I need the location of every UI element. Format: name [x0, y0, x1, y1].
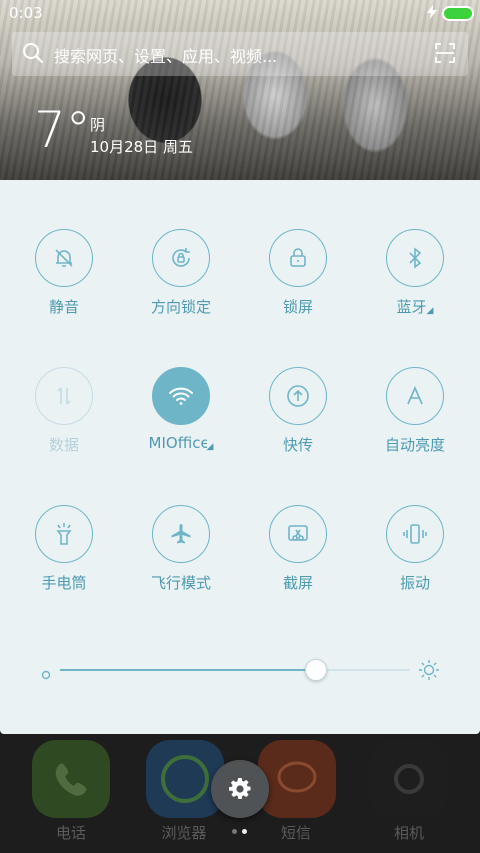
weather-temperature: 7°: [34, 101, 91, 159]
bluetooth-icon: [409, 247, 422, 269]
flashlight-icon: [56, 523, 72, 545]
quick-settings-panel: 静音 方向锁定 锁屏 蓝牙◢ 数据 MIOffice◢ 快传 自动亮度 手电筒 …: [0, 180, 480, 734]
tile-mobile-data-button[interactable]: [35, 367, 93, 425]
wifi-icon: [169, 387, 193, 405]
dock-camera-app[interactable]: [370, 740, 448, 818]
tile-bluetooth-label: 蓝牙◢: [355, 296, 475, 317]
tile-screenshot[interactable]: 截屏: [238, 505, 358, 615]
tile-airplane-mode-button[interactable]: [152, 505, 210, 563]
rotation-lock-icon: [172, 248, 190, 267]
tile-flashlight-label: 手电筒: [41, 574, 87, 592]
brightness-control: [0, 650, 480, 690]
tile-auto-brightness[interactable]: 自动亮度: [355, 367, 475, 477]
search-placeholder: 搜索网页、设置、应用、视频...: [54, 47, 278, 66]
tile-lock-screen-button[interactable]: [269, 229, 327, 287]
settings-button[interactable]: [211, 760, 269, 818]
dock-message-app[interactable]: [258, 740, 336, 818]
charging-icon: [427, 5, 437, 23]
tile-wifi-button[interactable]: [152, 367, 210, 425]
page-indicator-dot: [232, 829, 237, 834]
tile-mute-label: 静音: [48, 298, 79, 316]
auto-brightness-icon: [407, 386, 423, 405]
tile-screenshot-button[interactable]: [269, 505, 327, 563]
tile-screenshot-label: 截屏: [282, 574, 313, 592]
tile-rotation-lock[interactable]: 方向锁定: [121, 229, 241, 339]
quick-share-icon: [287, 385, 309, 407]
scan-icon[interactable]: [435, 43, 455, 67]
dock-label-phone: 电话: [55, 824, 86, 842]
brightness-high-icon: [418, 659, 440, 685]
tile-lock-screen[interactable]: 锁屏: [238, 229, 358, 339]
tile-airplane-mode[interactable]: 飞行模式: [121, 505, 241, 615]
status-time: 0:03: [9, 4, 43, 22]
tile-flashlight[interactable]: 手电筒: [4, 505, 124, 615]
tile-mute-button[interactable]: [35, 229, 93, 287]
lock-icon: [290, 248, 306, 267]
weather-condition: 阴: [90, 116, 106, 134]
status-bar: 0:03: [0, 0, 480, 26]
tile-rotation-lock-button[interactable]: [152, 229, 210, 287]
tile-vibrate-label: 振动: [399, 574, 430, 592]
tile-bluetooth-button[interactable]: [386, 229, 444, 287]
weather-date: 10月28日 周五: [90, 138, 193, 156]
tile-mute[interactable]: 静音: [4, 229, 124, 339]
tile-quick-share-label: 快传: [282, 436, 313, 454]
dock-label-browser: 浏览器: [161, 824, 207, 842]
tile-lock-screen-label: 锁屏: [282, 298, 313, 316]
gear-icon: [229, 778, 251, 799]
tile-wifi[interactable]: MIOffice◢: [121, 367, 241, 477]
data-arrows-icon: [57, 387, 71, 405]
message-icon: [277, 761, 317, 793]
screenshot-icon: [288, 525, 308, 541]
search-bar[interactable]: 搜索网页、设置、应用、视频...: [12, 32, 468, 76]
browser-icon: [161, 755, 209, 803]
tile-wifi-label: MIOffice◢: [121, 434, 241, 452]
phone-icon: [55, 763, 87, 796]
tile-rotation-lock-label: 方向锁定: [150, 298, 211, 316]
tile-wifi-text: MIOffice: [148, 434, 207, 452]
tile-quick-share-button[interactable]: [269, 367, 327, 425]
bell-off-icon: [55, 249, 73, 267]
tile-bluetooth[interactable]: 蓝牙◢: [355, 229, 475, 339]
tile-bluetooth-text: 蓝牙: [396, 298, 427, 316]
tile-flashlight-button[interactable]: [35, 505, 93, 563]
camera-icon: [394, 764, 424, 794]
search-icon: [22, 42, 44, 68]
tile-airplane-mode-label: 飞行模式: [150, 574, 211, 592]
tile-quick-share[interactable]: 快传: [238, 367, 358, 477]
battery-icon: [442, 6, 474, 21]
brightness-slider-thumb[interactable]: [304, 659, 327, 681]
page-indicator-dot-active: [242, 829, 247, 834]
dock-phone-app[interactable]: [32, 740, 110, 818]
airplane-icon: [171, 524, 191, 544]
brightness-slider-fill: [60, 669, 316, 671]
expand-corner-icon: ◢: [426, 306, 434, 316]
brightness-low-icon: [41, 665, 51, 684]
dock-label-camera: 相机: [393, 824, 424, 842]
vibrate-icon: [403, 524, 427, 544]
tile-mobile-data[interactable]: 数据: [4, 367, 124, 477]
tile-vibrate-button[interactable]: [386, 505, 444, 563]
tile-mobile-data-label: 数据: [48, 436, 79, 454]
tile-auto-brightness-label: 自动亮度: [384, 436, 445, 454]
tile-vibrate[interactable]: 振动: [355, 505, 475, 615]
tile-auto-brightness-button[interactable]: [386, 367, 444, 425]
dock-label-message: 短信: [280, 824, 311, 842]
expand-corner-icon: ◢: [206, 442, 214, 452]
brightness-slider[interactable]: [60, 659, 410, 681]
